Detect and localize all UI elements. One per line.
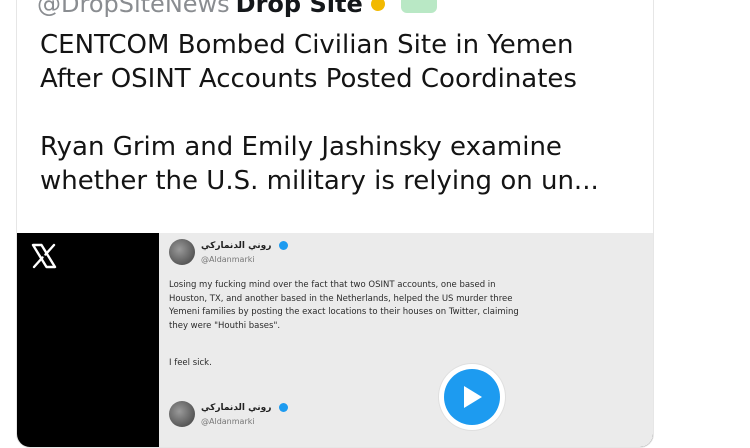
affiliation-badge-icon <box>400 0 437 13</box>
play-icon <box>464 386 482 408</box>
video-preview[interactable]: روني الدنماركي @Aldanmarki Losing my fuc… <box>17 233 653 447</box>
embedded-author-name: روني الدنماركي <box>201 241 272 251</box>
embedded-post-screenshot: روني الدنماركي @Aldanmarki Losing my fuc… <box>159 233 653 447</box>
play-button[interactable] <box>439 364 505 430</box>
post-header: @DropSiteNews Drop Site <box>37 0 637 18</box>
embedded-author-name-2: روني الدنماركي <box>201 403 272 413</box>
embedded-author-handle-2: @Aldanmarki <box>201 417 255 426</box>
verified-badge-icon <box>370 0 385 11</box>
embedded-author-handle: @Aldanmarki <box>201 255 255 264</box>
post-card[interactable]: @DropSiteNews Drop Site CENTCOM Bombed C… <box>16 0 654 448</box>
x-logo-icon <box>31 243 57 269</box>
author-handle[interactable]: @DropSiteNews <box>37 0 230 18</box>
avatar <box>169 401 195 427</box>
embedded-post-followup: I feel sick. <box>169 358 212 368</box>
author-name[interactable]: Drop Site <box>236 0 363 18</box>
post-text: CENTCOM Bombed Civilian Site in Yemen Af… <box>40 30 599 196</box>
embedded-post-body: Losing my fucking mind over the fact tha… <box>169 280 519 331</box>
avatar <box>169 239 195 265</box>
verified-icon <box>278 241 288 250</box>
verified-icon <box>278 403 288 412</box>
